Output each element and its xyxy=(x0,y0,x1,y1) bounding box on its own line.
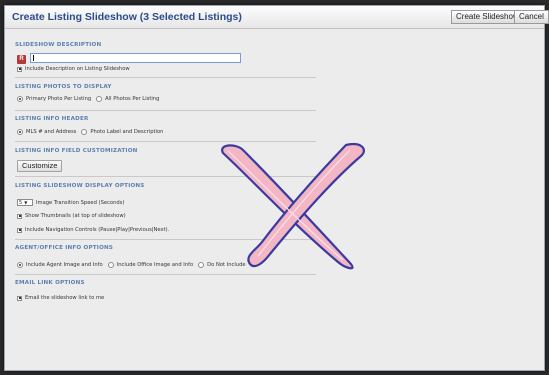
section-header-agent-office: AGENT/OFFICE INFO OPTIONS xyxy=(15,245,114,251)
thumbnails-row: Show Thumbnails (at top of slideshow) xyxy=(17,213,126,219)
all-photos-radio[interactable] xyxy=(96,96,103,102)
navigation-controls-checkbox[interactable] xyxy=(17,227,22,233)
mls-address-label: MLS # and Address xyxy=(26,129,77,135)
section-header-description: SLIDESHOW DESCRIPTION xyxy=(15,42,102,48)
photo-label-radio[interactable] xyxy=(81,129,88,135)
option-primary-photo[interactable]: Primary Photo Per Listing xyxy=(17,96,91,102)
customize-button[interactable]: Customize xyxy=(17,160,63,172)
include-description-checkbox[interactable] xyxy=(17,66,22,72)
photo-label-label: Photo Label and Description xyxy=(90,129,164,135)
email-row: Email the slideshow link to me xyxy=(17,295,104,301)
option-do-not-include[interactable]: Do Not Include xyxy=(198,262,246,268)
navigation-controls-label: Include Navigation Controls (Pause|Play|… xyxy=(25,227,170,233)
primary-photo-label: Primary Photo Per Listing xyxy=(26,96,92,102)
divider xyxy=(15,239,316,240)
mls-address-radio[interactable] xyxy=(17,129,23,135)
speed-select[interactable]: 5 ▼ xyxy=(17,199,33,206)
chevron-down-icon: ▼ xyxy=(24,200,28,205)
agent-office-options-row: Include Agent Image and Info Include Off… xyxy=(17,262,251,268)
speed-row: 5 ▼ Image Transition Speed (Seconds) xyxy=(17,199,124,206)
option-mls-address[interactable]: MLS # and Address xyxy=(17,129,76,135)
dialog-titlebar: Create Listing Slideshow (3 Selected Lis… xyxy=(5,6,549,29)
office-info-radio[interactable] xyxy=(107,262,114,268)
description-input[interactable] xyxy=(30,53,241,63)
divider xyxy=(15,77,316,78)
primary-photo-radio[interactable] xyxy=(17,96,23,102)
option-agent-info[interactable]: Include Agent Image and Info xyxy=(17,262,103,268)
section-header-info-header: LISTING INFO HEADER xyxy=(15,116,89,122)
section-header-field-customization: LISTING INFO FIELD CUSTOMIZATION xyxy=(15,148,138,154)
include-description-label: Include Description on Listing Slideshow xyxy=(25,66,130,72)
section-header-email: EMAIL LINK OPTIONS xyxy=(15,280,85,286)
option-office-info[interactable]: Include Office Image and Info xyxy=(107,262,194,268)
create-slideshow-dialog: Create Listing Slideshow (3 Selected Lis… xyxy=(4,5,549,371)
text-cursor xyxy=(33,55,34,61)
option-photo-label[interactable]: Photo Label and Description xyxy=(81,129,163,135)
section-header-photos: LISTING PHOTOS TO DISPLAY xyxy=(15,84,112,90)
email-link-checkbox[interactable] xyxy=(17,295,22,301)
create-slideshow-button[interactable]: Create Slideshow xyxy=(451,10,524,24)
show-thumbnails-checkbox[interactable] xyxy=(17,213,22,219)
navigation-row: Include Navigation Controls (Pause|Play|… xyxy=(17,227,169,233)
agent-info-label: Include Agent Image and Info xyxy=(26,262,103,268)
section-header-display-options: LISTING SLIDESHOW DISPLAY OPTIONS xyxy=(15,183,145,189)
all-photos-label: All Photos Per Listing xyxy=(105,96,160,102)
spellcheck-icon[interactable]: R xyxy=(17,55,26,64)
do-not-include-radio[interactable] xyxy=(198,262,205,268)
photos-options-row: Primary Photo Per Listing All Photos Per… xyxy=(17,96,164,102)
show-thumbnails-label: Show Thumbnails (at top of slideshow) xyxy=(25,213,126,219)
speed-value: 5 xyxy=(19,199,23,206)
office-info-label: Include Office Image and Info xyxy=(116,262,194,268)
email-link-label: Email the slideshow link to me xyxy=(25,295,105,301)
divider xyxy=(15,274,316,275)
agent-info-radio[interactable] xyxy=(17,262,23,268)
divider xyxy=(15,176,316,177)
dialog-title: Create Listing Slideshow (3 Selected Lis… xyxy=(12,11,242,23)
include-description-row: Include Description on Listing Slideshow xyxy=(17,66,130,72)
info-header-options-row: MLS # and Address Photo Label and Descri… xyxy=(17,129,168,135)
do-not-include-label: Do Not Include xyxy=(207,262,246,268)
divider xyxy=(15,141,316,142)
divider xyxy=(15,110,316,111)
dialog-content: SLIDESHOW DESCRIPTION R Include Descript… xyxy=(5,28,544,370)
speed-label: Image Transition Speed (Seconds) xyxy=(36,199,125,206)
option-all-photos[interactable]: All Photos Per Listing xyxy=(96,96,159,102)
cancel-button[interactable]: Cancel xyxy=(514,10,549,24)
